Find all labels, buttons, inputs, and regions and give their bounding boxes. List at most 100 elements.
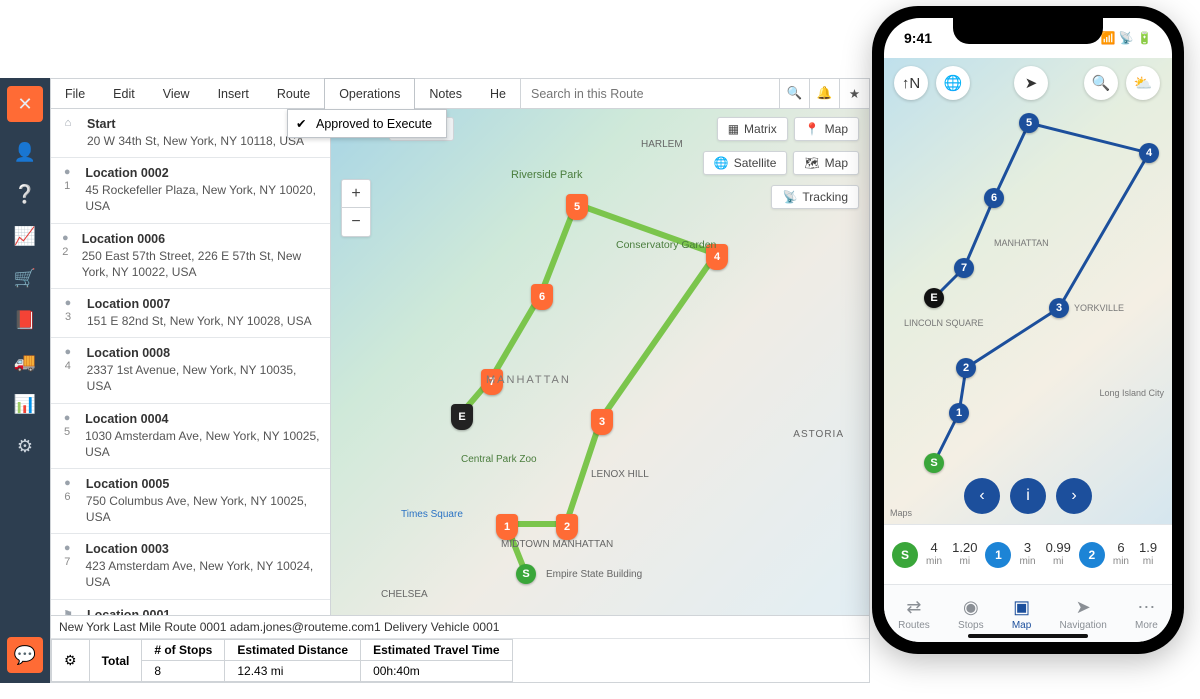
stop-row[interactable]: ●2 Location 0006 250 East 57th Street, 2…	[51, 224, 330, 289]
star-icon[interactable]: ★	[839, 79, 869, 109]
menu-notes[interactable]: Notes	[415, 79, 476, 109]
menu-file[interactable]: File	[51, 79, 99, 109]
phone-map-marker[interactable]: S	[924, 453, 944, 473]
phone-map-marker[interactable]: 2	[956, 358, 976, 378]
stop-row[interactable]: ●6 Location 0005 750 Columbus Ave, New Y…	[51, 469, 330, 534]
phone-map-marker[interactable]: 1	[949, 403, 969, 423]
rail-add-user-icon[interactable]: 👤	[13, 140, 37, 164]
strip-segment[interactable]: S 4min 1.20mi	[892, 541, 977, 567]
rail-chat-icon[interactable]: 💬	[7, 637, 43, 673]
map-marker[interactable]: 1	[496, 514, 518, 540]
map-label: Times Square	[401, 509, 463, 520]
map-label: Riverside Park	[511, 169, 583, 181]
stop-address: 20 W 34th St, New York, NY 10118, USA	[87, 133, 304, 149]
phone-mockup: 9:41 📶 📡 🔋 ↑N 🌐 ➤ 🔍 ⛅ S1234567E MANHATTA…	[872, 6, 1184, 654]
strip-segment[interactable]: 2 6min 1.9mi	[1079, 541, 1157, 567]
map-layer-chip[interactable]: 🗺 Map	[793, 151, 859, 175]
stop-row[interactable]: ⚑ Location 0001 200 W 70th St, New York,…	[51, 600, 330, 615]
phone-prev-button[interactable]: ‹	[964, 478, 1000, 514]
app-logo[interactable]: ✕	[7, 86, 43, 122]
stop-pin-icon: ●1	[59, 166, 75, 214]
phone-map-marker[interactable]: 5	[1019, 113, 1039, 133]
stop-name: Location 0007	[87, 297, 312, 311]
summary-time-header: Estimated Travel Time	[361, 640, 513, 661]
zoom-out-button[interactable]: −	[342, 208, 370, 236]
menu-insert[interactable]: Insert	[204, 79, 263, 109]
rail-address-book-icon[interactable]: 📕	[13, 308, 37, 332]
phone-notch	[953, 18, 1103, 44]
stop-pin-icon: ●4	[59, 346, 77, 394]
phone-map-marker[interactable]: 7	[954, 258, 974, 278]
stop-address: 1030 Amsterdam Ave, New York, NY 10025, …	[85, 428, 320, 460]
menubar: File Edit View Insert Route Operations N…	[51, 79, 869, 109]
stop-row[interactable]: ●5 Location 0004 1030 Amsterdam Ave, New…	[51, 404, 330, 469]
zoom-in-button[interactable]: +	[342, 180, 370, 208]
map-marker[interactable]: 6	[531, 284, 553, 310]
map-marker[interactable]: 2	[556, 514, 578, 540]
menu-route[interactable]: Route	[263, 79, 324, 109]
rail-fleet-icon[interactable]: 🚚	[13, 350, 37, 374]
phone-tab-map[interactable]: ▣Map	[1012, 597, 1031, 631]
phone-tab-more[interactable]: ⋯More	[1135, 597, 1158, 631]
stop-name: Location 0008	[87, 346, 320, 360]
phone-map-label: MANHATTAN	[994, 238, 1049, 248]
tracking-chip[interactable]: 📡 Tracking	[771, 185, 859, 209]
stop-pin-icon: ●3	[59, 297, 77, 329]
phone-map-marker[interactable]: 6	[984, 188, 1004, 208]
search-icon[interactable]: 🔍	[779, 79, 809, 109]
strip-bubble: 2	[1079, 542, 1105, 568]
phone-map-marker[interactable]: 3	[1049, 298, 1069, 318]
main-panel: File Edit View Insert Route Operations N…	[50, 78, 870, 683]
stop-row[interactable]: ●3 Location 0007 151 E 82nd St, New York…	[51, 289, 330, 338]
home-indicator	[968, 634, 1088, 638]
rail-help-icon[interactable]: ❔	[13, 182, 37, 206]
stop-pin-icon: ⌂	[59, 117, 77, 149]
side-rail: ✕ 👤 ❔ 📈 🛒 📕 🚚 📊 ⚙ 💬	[0, 78, 50, 683]
stop-pin-icon: ●5	[59, 412, 75, 460]
matrix-chip[interactable]: ▦ Matrix	[717, 117, 788, 141]
strip-segment[interactable]: 1 3min 0.99mi	[985, 541, 1070, 567]
dropdown-approved-to-execute[interactable]: ✔ Approved to Execute	[288, 110, 446, 137]
phone-map[interactable]: ↑N 🌐 ➤ 🔍 ⛅ S1234567E MANHATTAN YORKVILLE…	[884, 58, 1172, 524]
stop-name: Location 0003	[86, 542, 321, 556]
menu-operations[interactable]: Operations	[324, 78, 415, 109]
tab-label: More	[1135, 620, 1158, 631]
dropdown-item-label: Approved to Execute	[316, 117, 432, 131]
stop-row[interactable]: ●4 Location 0008 2337 1st Avenue, New Yo…	[51, 338, 330, 403]
map-marker[interactable]: S	[516, 564, 536, 584]
phone-stop-strip[interactable]: S 4min 1.20mi 1 3min 0.99mi 2 6min 1.9mi	[884, 524, 1172, 584]
satellite-chip[interactable]: 🌐 Satellite	[703, 151, 788, 175]
phone-tab-routes[interactable]: ⇄Routes	[898, 597, 930, 631]
map-marker[interactable]: 3	[591, 409, 613, 435]
stop-name: Location 0006	[82, 232, 320, 246]
strip-bubble: 1	[985, 542, 1011, 568]
tab-label: Map	[1012, 620, 1031, 631]
rail-growth-icon[interactable]: 📈	[13, 224, 37, 248]
map-area[interactable]: Settings + − ▦ Matrix 📍 Map 🌐 Satellite …	[331, 109, 869, 615]
rail-analytics-icon[interactable]: 📊	[13, 392, 37, 416]
phone-map-marker[interactable]: 4	[1139, 143, 1159, 163]
map-chip[interactable]: 📍 Map	[794, 117, 859, 141]
map-view-switch-1: ▦ Matrix 📍 Map	[717, 117, 859, 141]
stop-row[interactable]: ●1 Location 0002 45 Rockefeller Plaza, N…	[51, 158, 330, 223]
map-marker[interactable]: E	[451, 404, 473, 430]
phone-next-button[interactable]: ›	[1056, 478, 1092, 514]
stops-panel[interactable]: ⌂ Start 20 W 34th St, New York, NY 10118…	[51, 109, 331, 615]
phone-tab-stops[interactable]: ◉Stops	[958, 597, 984, 631]
map-marker[interactable]: 5	[566, 194, 588, 220]
phone-map-label: Long Island City	[1099, 388, 1164, 398]
search-input[interactable]	[521, 87, 779, 101]
rail-cart-icon[interactable]: 🛒	[13, 266, 37, 290]
menu-view[interactable]: View	[149, 79, 204, 109]
phone-tab-navigation[interactable]: ➤Navigation	[1060, 597, 1107, 631]
bell-icon[interactable]: 🔔	[809, 79, 839, 109]
stop-pin-icon: ●7	[59, 542, 76, 590]
menu-edit[interactable]: Edit	[99, 79, 149, 109]
phone-map-marker[interactable]: E	[924, 288, 944, 308]
map-label: Central Park Zoo	[461, 454, 537, 465]
phone-info-button[interactable]: i	[1010, 478, 1046, 514]
gear-icon[interactable]: ⚙	[52, 640, 90, 682]
rail-user-settings-icon[interactable]: ⚙	[13, 434, 37, 458]
stop-row[interactable]: ●7 Location 0003 423 Amsterdam Ave, New …	[51, 534, 330, 599]
menu-help[interactable]: He	[476, 79, 520, 109]
